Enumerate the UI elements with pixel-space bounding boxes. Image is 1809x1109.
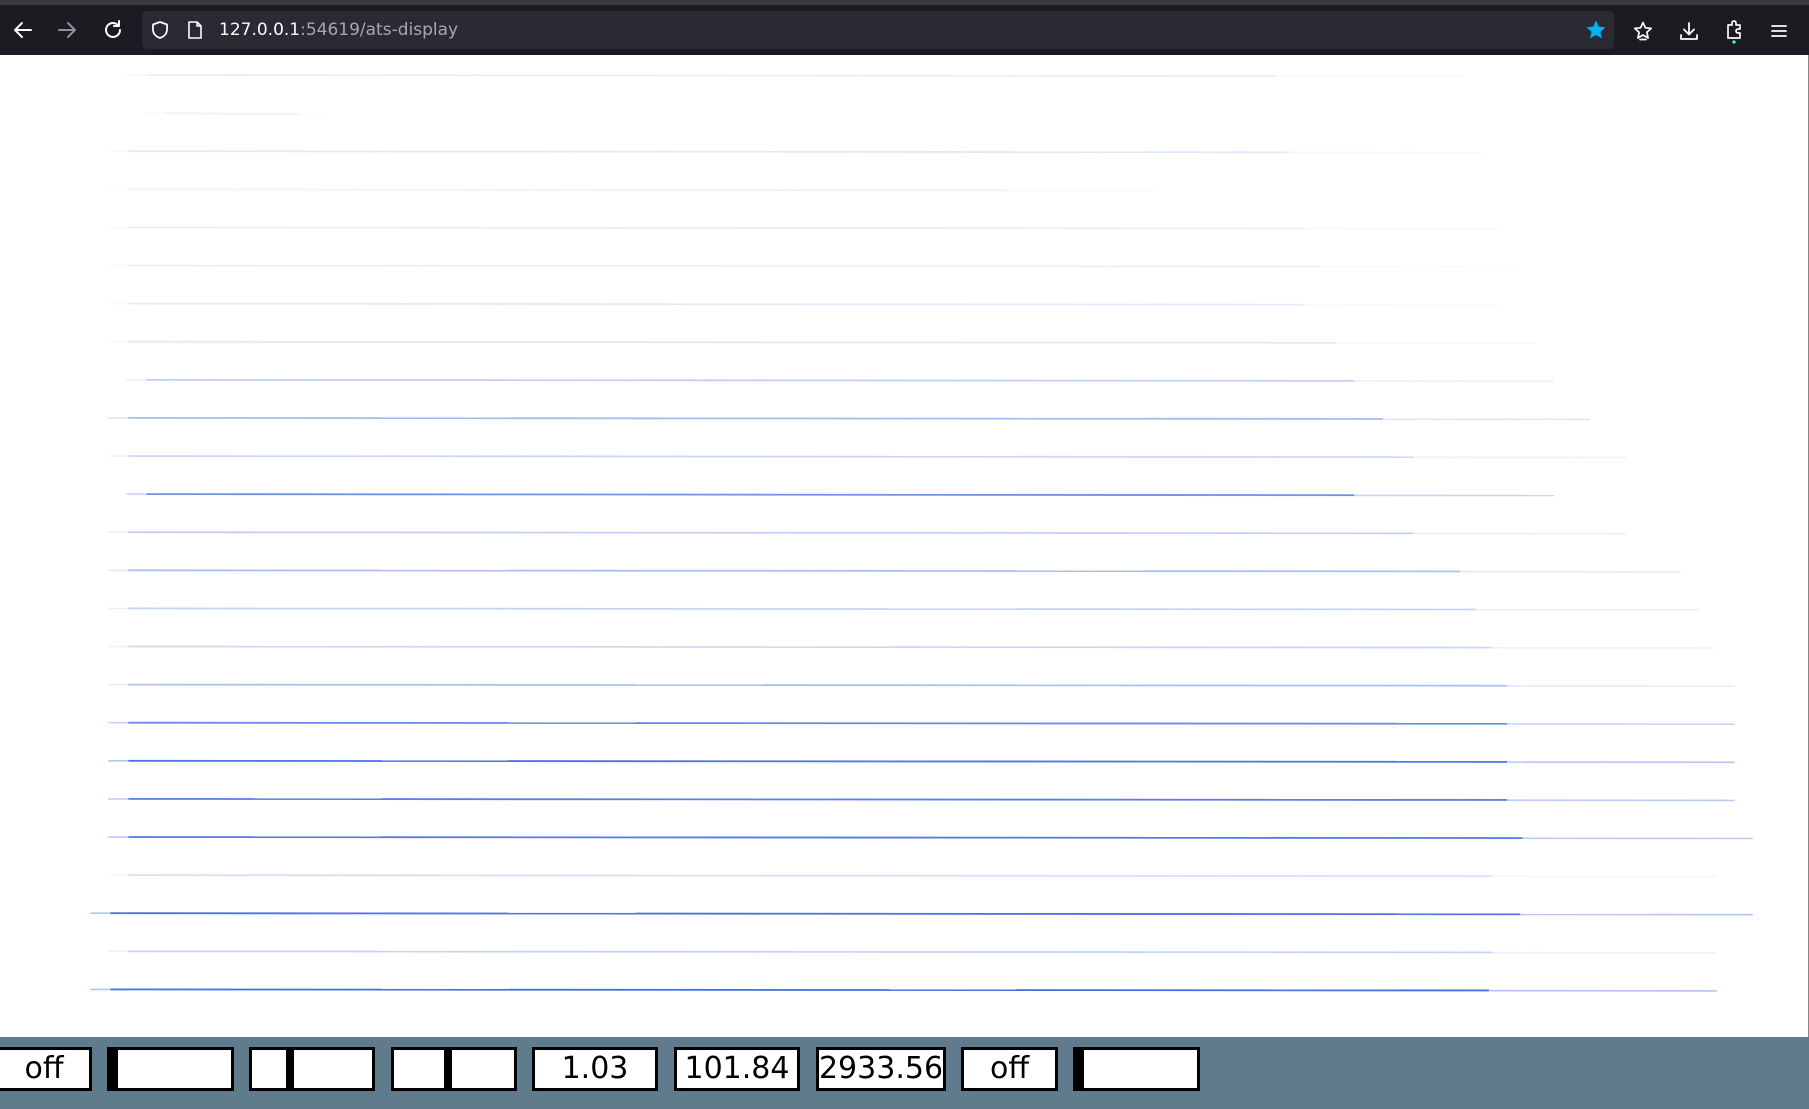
- partial-track: [128, 645, 1492, 649]
- partial-track: [128, 721, 1508, 725]
- url-path: :54619/ats-display: [300, 20, 459, 40]
- partial-track: [128, 150, 1290, 154]
- forward-arrow-icon: [58, 22, 76, 38]
- address-bar[interactable]: 127.0.0.1:54619/ats-display: [142, 11, 1614, 49]
- partial-track: [110, 912, 1521, 916]
- bookmarks-star-outline-icon: [1633, 21, 1653, 41]
- browser-toolbar: 127.0.0.1:54619/ats-display: [0, 0, 1809, 55]
- slider-1-handle[interactable]: [110, 1050, 118, 1088]
- back-button[interactable]: [6, 13, 40, 47]
- url-host: 127.0.0.1: [219, 20, 301, 40]
- downloads-button[interactable]: [1674, 16, 1704, 46]
- partial-track: [128, 683, 1508, 687]
- partial-track: [128, 264, 1321, 268]
- page-info-icon[interactable]: [186, 20, 204, 40]
- toggle-off-button-2[interactable]: off: [961, 1047, 1058, 1091]
- partial-track: [110, 988, 1489, 992]
- partial-track: [128, 798, 1508, 801]
- bookmarks-menu-button[interactable]: [1628, 16, 1658, 46]
- partial-track: [128, 607, 1476, 611]
- slider-2-handle[interactable]: [286, 1050, 294, 1088]
- reload-button[interactable]: [96, 13, 130, 47]
- partial-track: [128, 874, 1492, 877]
- number-box-2[interactable]: 101.84: [674, 1047, 800, 1091]
- partial-track: [128, 836, 1523, 839]
- control-bar: off 1.03 101.84 2933.56 off: [0, 1037, 1809, 1109]
- partial-track: [128, 531, 1414, 535]
- partial-track: [164, 112, 300, 115]
- partial-track: [128, 188, 1010, 192]
- reload-icon: [105, 20, 121, 38]
- partial-track: [146, 493, 1355, 497]
- partial-track: [128, 340, 1337, 344]
- extensions-puzzle-icon: [1727, 20, 1741, 44]
- partial-track: [128, 569, 1461, 573]
- slider-2[interactable]: [249, 1047, 375, 1091]
- slider-3-handle[interactable]: [444, 1050, 452, 1088]
- partial-track: [146, 378, 1355, 382]
- partial-track: [128, 302, 1306, 306]
- slider-4[interactable]: [1073, 1047, 1200, 1091]
- ats-display-area: [0, 55, 1809, 1037]
- partial-track: [128, 759, 1508, 763]
- url-text[interactable]: 127.0.0.1:54619/ats-display: [219, 20, 458, 40]
- download-icon: [1680, 22, 1698, 40]
- partial-track: [128, 226, 1306, 230]
- slider-3[interactable]: [391, 1047, 517, 1091]
- number-box-3[interactable]: 2933.56: [816, 1047, 946, 1091]
- partial-track: [146, 74, 1277, 77]
- partial-track: [128, 950, 1492, 954]
- partial-track: [128, 416, 1383, 420]
- number-box-1[interactable]: 1.03: [532, 1047, 658, 1091]
- slider-4-handle[interactable]: [1076, 1050, 1084, 1088]
- app-menu-button[interactable]: [1764, 16, 1794, 46]
- partial-track: [128, 455, 1414, 458]
- partials-display[interactable]: [0, 55, 1807, 1037]
- toggle-off-button[interactable]: off: [0, 1047, 92, 1091]
- forward-button[interactable]: [50, 13, 84, 47]
- back-arrow-icon: [14, 22, 32, 38]
- extensions-button[interactable]: [1719, 16, 1749, 46]
- hamburger-menu-icon: [1771, 25, 1787, 37]
- slider-1[interactable]: [107, 1047, 234, 1091]
- tracking-protection-shield-icon[interactable]: [150, 20, 170, 40]
- bookmark-star-icon[interactable]: [1584, 18, 1608, 42]
